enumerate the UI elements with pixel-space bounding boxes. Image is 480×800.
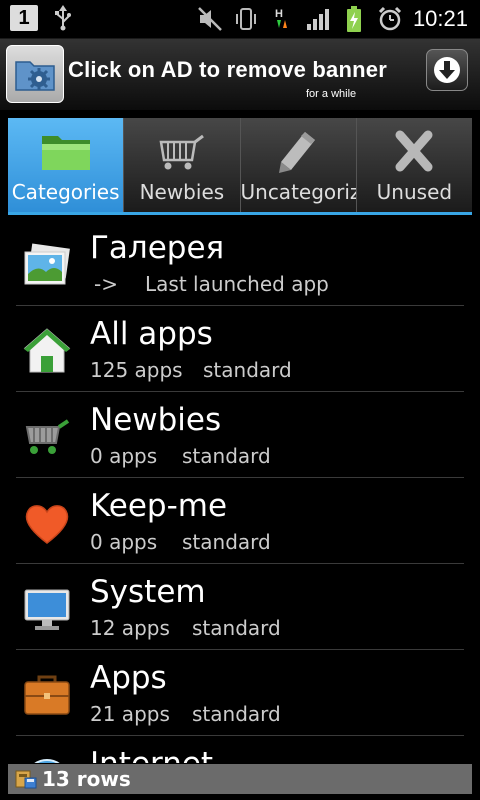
list-item[interactable]: Галерея -> Last launched app <box>16 220 464 306</box>
list-item-type: standard <box>182 444 271 468</box>
x-icon <box>395 130 433 172</box>
alarm-icon <box>377 6 403 32</box>
list-item-title: Галерея <box>90 230 225 266</box>
mute-icon <box>197 6 223 32</box>
tab-categories[interactable]: Categories <box>8 118 125 212</box>
list-item-count: 125 apps <box>90 358 183 382</box>
list-item-type: standard <box>192 616 281 640</box>
list-item-title: Newbies <box>90 402 222 438</box>
database-icon <box>15 770 37 789</box>
pencil-icon <box>279 132 316 173</box>
tab-unused-label: Unused <box>376 180 453 204</box>
list-item-count: 0 apps <box>90 444 158 468</box>
list-item[interactable]: Internet <box>16 736 464 763</box>
list-item-count: 21 apps <box>90 702 170 726</box>
row-count-text: 13 rows <box>42 767 131 791</box>
list-item-title: System <box>90 574 206 610</box>
tab-bar: Categories Newbies Uncategorized <box>8 118 472 215</box>
list-item[interactable]: Newbies 0 apps standard <box>16 392 464 478</box>
cart-icon <box>25 419 70 454</box>
battery-charging-icon <box>341 6 367 32</box>
row-count-footer: 13 rows <box>8 764 472 794</box>
download-icon <box>434 57 460 83</box>
list-item-type: standard <box>192 702 281 726</box>
ad-banner[interactable]: Click on AD to remove banner for a while <box>0 39 480 110</box>
vibrate-icon <box>233 6 259 32</box>
list-item-title: Internet <box>90 746 213 763</box>
list-item[interactable]: All apps 125 apps standard <box>16 306 464 392</box>
list-item-count: 0 apps <box>90 530 158 554</box>
clock: 10:21 <box>412 6 468 31</box>
gallery-icon <box>24 243 70 285</box>
data-transfer-icon: H <box>269 6 295 32</box>
signal-icon <box>305 6 331 32</box>
status-bar: 1 H 10:21 <box>0 0 480 39</box>
list-item-type: Last launched app <box>145 272 329 296</box>
app-settings-icon <box>6 45 64 103</box>
tab-uncategorized-label: Uncategorized <box>240 180 356 204</box>
shopping-cart-icon <box>159 134 204 170</box>
usb-icon <box>50 5 76 31</box>
ad-banner-subtext: for a while <box>306 88 357 100</box>
heart-icon <box>25 505 69 544</box>
list-item-type: standard <box>203 358 292 382</box>
download-button[interactable] <box>426 49 468 91</box>
list-item[interactable]: Apps 21 apps standard <box>16 650 464 736</box>
list-item-type: standard <box>182 530 271 554</box>
list-item-title: Keep-me <box>90 488 228 524</box>
list-item[interactable]: System 12 apps standard <box>16 564 464 650</box>
list-item-title: Apps <box>90 660 167 696</box>
tab-newbies-label: Newbies <box>139 180 225 204</box>
tab-unused[interactable]: Unused <box>356 118 472 212</box>
svg-text:H: H <box>275 8 283 20</box>
list-item[interactable]: Keep-me 0 apps standard <box>16 478 464 564</box>
tab-categories-label: Categories <box>11 180 120 204</box>
list-item-title: All apps <box>90 316 213 352</box>
folder-icon <box>41 136 90 170</box>
tab-uncategorized[interactable]: Uncategorized <box>240 118 357 212</box>
list-item-count: -> <box>94 272 118 296</box>
ad-banner-text: Click on AD to remove banner <box>68 57 387 82</box>
monitor-icon <box>24 589 70 630</box>
category-list: Галерея -> Last launched app All apps 12… <box>0 220 480 763</box>
list-item-count: 12 apps <box>90 616 170 640</box>
globe-icon <box>34 759 60 763</box>
notification-count-badge[interactable]: 1 <box>10 5 38 31</box>
briefcase-icon <box>24 675 70 715</box>
tab-newbies[interactable]: Newbies <box>124 118 241 212</box>
home-icon <box>23 328 71 373</box>
